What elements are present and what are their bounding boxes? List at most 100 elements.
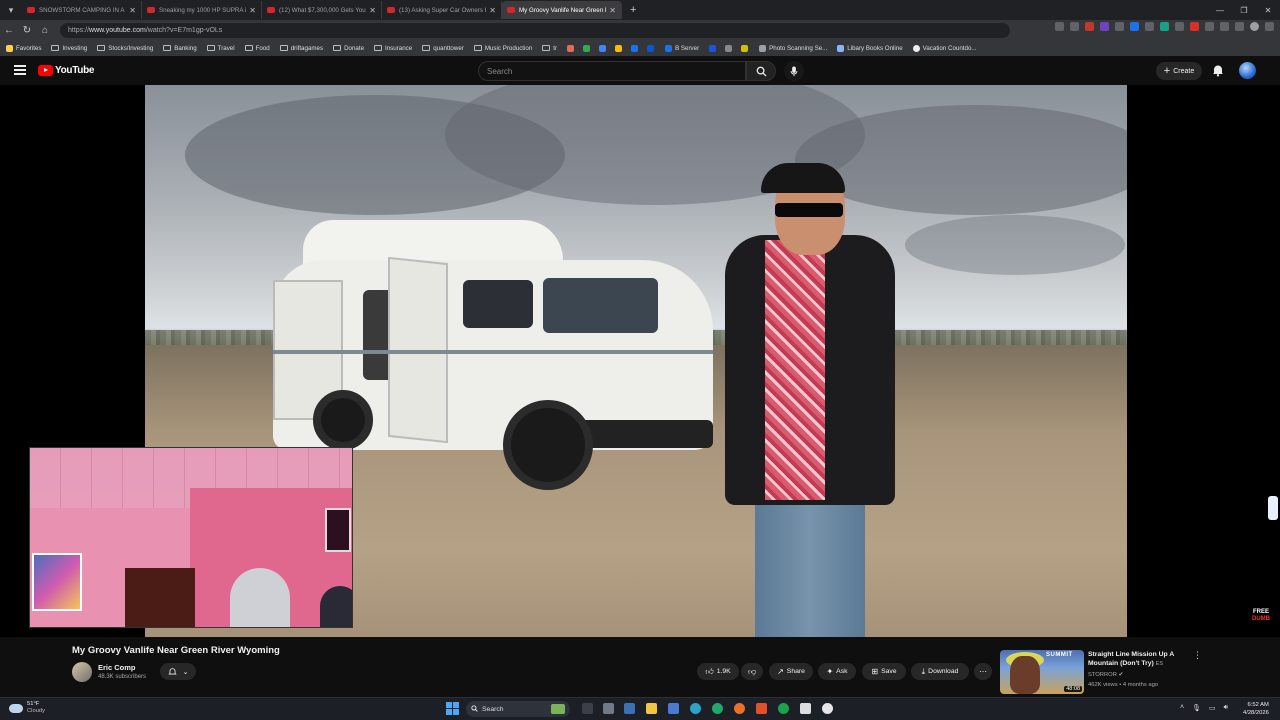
extension-icon[interactable] — [1160, 22, 1169, 31]
extension-icon[interactable] — [1100, 22, 1109, 31]
close-tab-icon[interactable]: ✕ — [489, 6, 496, 15]
browser-tab[interactable]: (12) What $7,300,000 Gets You in ✕ — [262, 1, 382, 19]
download-button[interactable]: ⤓ Download — [911, 663, 969, 680]
extension-icon[interactable] — [1175, 22, 1184, 31]
bookmark-folder[interactable]: Insurance — [374, 45, 412, 52]
bookmark-folder[interactable]: Banking — [163, 45, 197, 52]
bookmark-favicon-icon[interactable] — [615, 44, 623, 52]
close-tab-icon[interactable]: ✕ — [369, 6, 376, 15]
restore-icon[interactable]: ❐ — [1232, 0, 1256, 20]
firefox-icon[interactable] — [734, 703, 745, 714]
more-actions-button[interactable]: ⋯ — [974, 663, 992, 680]
bookmark-favicon-icon[interactable] — [741, 44, 749, 52]
app-icon[interactable] — [668, 703, 679, 714]
url-field[interactable]: https://www.youtube.com/watch?v=E7m1gp-v… — [60, 22, 1010, 38]
microphone-icon[interactable]: 🎙︎ — [1192, 704, 1201, 712]
profile-icon[interactable] — [1250, 22, 1259, 31]
app-icon[interactable] — [800, 703, 811, 714]
voice-search-button[interactable] — [784, 61, 804, 81]
account-avatar[interactable] — [1239, 62, 1256, 79]
search-input[interactable]: Search — [478, 61, 746, 81]
new-tab-icon[interactable]: + — [630, 4, 636, 16]
bookmark-folder[interactable]: Donate — [333, 45, 364, 52]
browser-tab[interactable]: SNOWSTORM CAMPING IN A VA ✕ — [22, 1, 142, 19]
bookmark-folder[interactable]: Stocks/Investing — [97, 45, 153, 52]
bookmark-favicon-icon[interactable] — [599, 44, 607, 52]
browser-tab[interactable]: (13) Asking Super Car Owners Ho ✕ — [382, 1, 502, 19]
widgets-icon[interactable] — [624, 703, 635, 714]
bookmark-favicon-icon[interactable] — [647, 44, 655, 52]
notifications-bell-icon[interactable] — [1211, 63, 1225, 77]
extension-icon[interactable] — [1145, 22, 1154, 31]
app-icon[interactable] — [822, 703, 833, 714]
brave-browser-icon[interactable] — [756, 703, 767, 714]
close-tab-icon[interactable]: ✕ — [249, 6, 256, 15]
settings-gear-icon[interactable] — [603, 703, 614, 714]
bookmark-item[interactable]: B Server — [665, 44, 699, 52]
bookmark-folder[interactable]: driftagames — [279, 45, 323, 52]
close-tab-icon[interactable]: ✕ — [129, 6, 136, 15]
bookmark-folder[interactable]: tr — [542, 45, 557, 52]
bookmark-favicon-icon[interactable] — [709, 44, 717, 52]
bookmark-item[interactable]: Libary Books Online — [837, 44, 903, 52]
youtube-logo[interactable]: YouTube — [38, 65, 95, 76]
browser-menu-icon[interactable] — [1265, 22, 1274, 31]
extension-icon[interactable] — [1190, 22, 1199, 31]
phone-icon[interactable] — [583, 44, 591, 52]
minimize-icon[interactable]: — — [1208, 0, 1232, 20]
back-icon[interactable]: ← — [0, 25, 18, 36]
app-icon[interactable] — [690, 703, 701, 714]
bookmark-item[interactable]: Favorites — [6, 44, 41, 52]
bookmark-folder[interactable]: Investing — [51, 45, 87, 52]
share-button[interactable]: ↗ Share — [769, 663, 813, 680]
ask-button[interactable]: ✦ Ask — [818, 663, 856, 680]
bookmark-item[interactable]: Vacation Countdo... — [912, 44, 977, 52]
subscribed-notifications-button[interactable]: ⌄ — [160, 663, 196, 680]
star-icon[interactable] — [1070, 22, 1079, 31]
xbox-icon[interactable] — [778, 703, 789, 714]
extension-icon[interactable] — [1085, 22, 1094, 31]
channel-name[interactable]: Eric Comp — [98, 663, 136, 672]
system-clock[interactable]: 6:52 AM 4/28/2026 — [1243, 701, 1269, 717]
close-window-icon[interactable]: ✕ — [1256, 0, 1280, 20]
extension-icon[interactable] — [1055, 22, 1064, 31]
extension-icon[interactable] — [1220, 22, 1229, 31]
more-vertical-icon[interactable]: ⋮ — [1193, 650, 1202, 661]
tray-overflow-icon[interactable]: ˄ — [1180, 704, 1184, 712]
bookmark-item[interactable]: Photo Scanning Se... — [759, 44, 827, 52]
bookmark-folder[interactable]: Food — [244, 45, 270, 52]
bookmark-folder[interactable]: Music Production — [473, 45, 532, 52]
like-button[interactable]: 👍︎ 1.9K — [697, 663, 739, 680]
bookmark-folder[interactable]: quanttower — [422, 45, 464, 52]
extension-icon[interactable] — [1205, 22, 1214, 31]
recommended-video-title[interactable]: Straight Line Mission Up A Mountain (Don… — [1088, 650, 1183, 669]
side-panel-toggle-icon[interactable] — [1268, 496, 1278, 520]
dislike-button[interactable]: 👎︎ — [741, 663, 763, 680]
volume-icon[interactable]: 🔊︎ — [1224, 704, 1228, 712]
browser-tab[interactable]: Sneaking my 1000 HP SUPRA int ✕ — [142, 1, 262, 19]
bookmark-folder[interactable]: Travel — [206, 45, 235, 52]
bookmark-favicon-icon[interactable] — [567, 44, 575, 52]
search-button[interactable] — [746, 61, 776, 81]
recommended-video-channel[interactable]: STORROR ✔ — [1088, 672, 1123, 678]
taskbar-search[interactable]: Search — [466, 701, 570, 717]
file-explorer-icon[interactable] — [646, 703, 657, 714]
reload-icon[interactable]: ↻ — [18, 25, 36, 36]
task-view-icon[interactable] — [582, 703, 593, 714]
bookmark-favicon-icon[interactable] — [725, 44, 733, 52]
extension-icon[interactable] — [1235, 22, 1244, 31]
video-player[interactable]: FREE DUMB — [0, 85, 1280, 637]
close-tab-icon[interactable]: ✕ — [609, 6, 616, 15]
bookmark-favicon-icon[interactable] — [631, 44, 639, 52]
home-icon[interactable]: ⌂ — [36, 25, 54, 36]
edge-browser-icon[interactable] — [712, 703, 723, 714]
channel-avatar[interactable] — [72, 662, 92, 682]
network-icon[interactable]: ▭ — [1209, 704, 1216, 712]
windows-start-icon[interactable] — [446, 702, 459, 715]
create-button[interactable]: + Create — [1156, 62, 1202, 80]
save-button[interactable]: ⊞ Save — [862, 663, 906, 680]
extension-icon[interactable] — [1115, 22, 1124, 31]
menu-icon[interactable] — [14, 65, 26, 75]
weather-widget[interactable]: 51°F Cloudy — [9, 701, 45, 715]
extension-icon[interactable] — [1130, 22, 1139, 31]
